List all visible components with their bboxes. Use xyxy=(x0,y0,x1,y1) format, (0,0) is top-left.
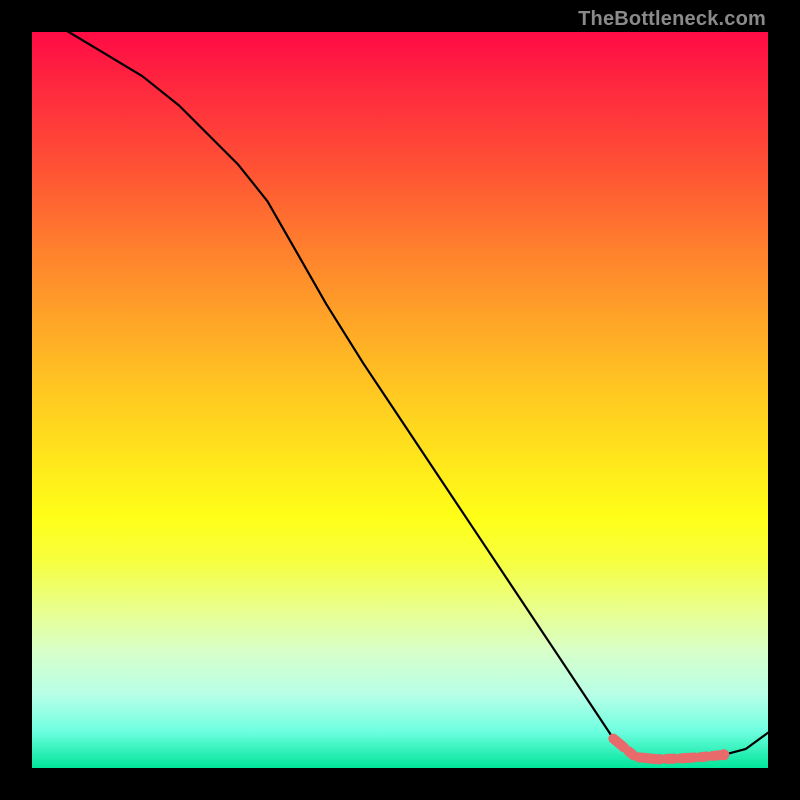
chart-stage: TheBottleneck.com xyxy=(0,0,800,800)
watermark-text: TheBottleneck.com xyxy=(578,8,766,31)
plot-gradient-background xyxy=(32,32,768,768)
